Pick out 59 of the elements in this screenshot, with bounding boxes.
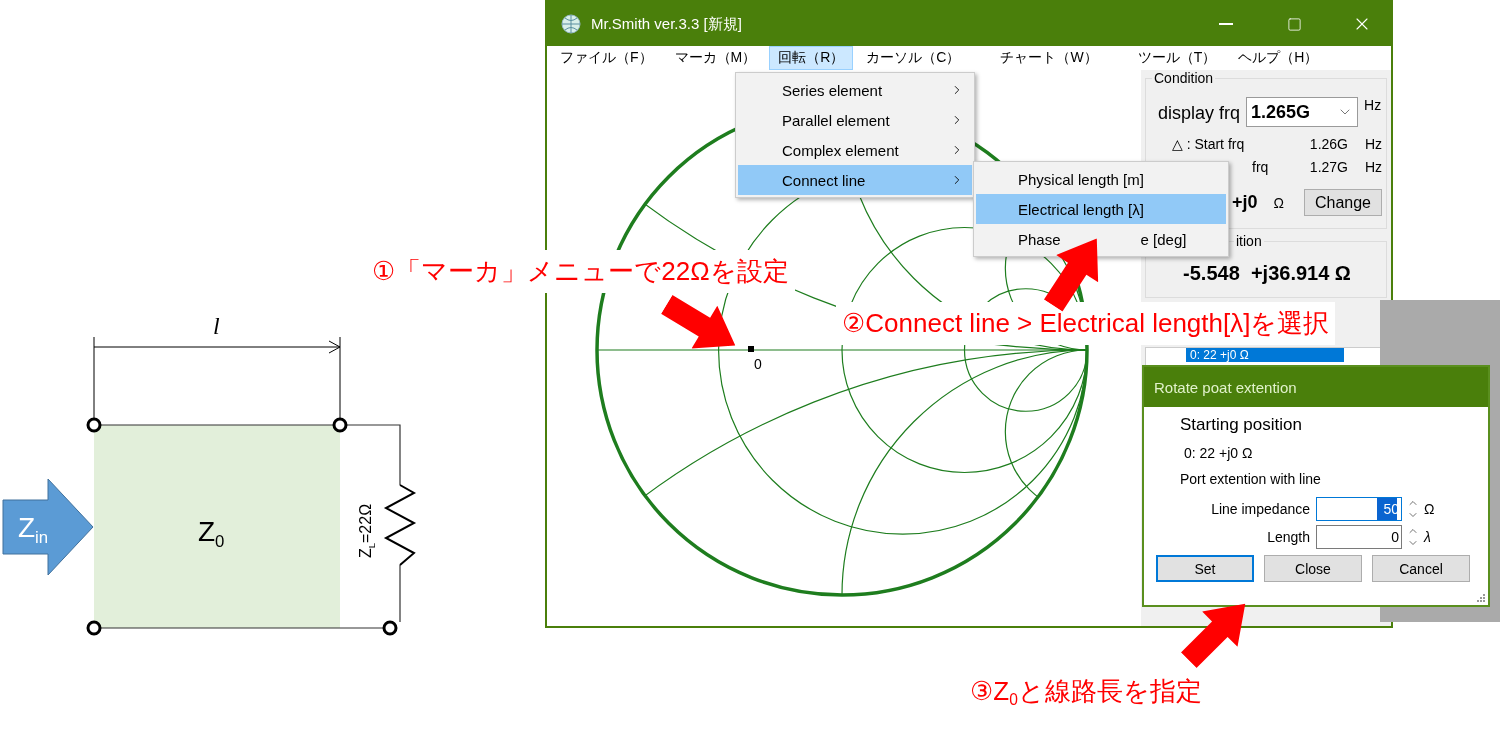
frequency-dropdown[interactable]: 1.265G: [1246, 97, 1359, 127]
unit-label: Ω: [1424, 501, 1436, 517]
terminal-icon: [382, 620, 398, 636]
terminal-icon: [86, 417, 102, 433]
change-button[interactable]: Change: [1304, 189, 1382, 216]
length-label: l: [213, 314, 220, 338]
resize-grip-icon[interactable]: [1476, 593, 1486, 603]
section-heading: Starting position: [1179, 415, 1303, 435]
line-impedance-label: Z$_{0}$: [198, 518, 225, 551]
window-title: Mr.Smith ver.3.3 [新規]: [591, 14, 743, 34]
field-value: 1.27G: [1309, 158, 1348, 175]
unit-label: Ω: [1273, 194, 1284, 211]
list-item[interactable]: 0: 22 +j0 Ω: [1186, 348, 1344, 362]
dialog-button[interactable]: Close: [1264, 555, 1362, 582]
annotation-text: ③Z$_{0}$と線路長を指定: [970, 675, 1202, 710]
terminal-icon: [86, 620, 102, 636]
menu-bar-item[interactable]: ツール（T）: [1128, 46, 1226, 70]
unit-label: Hz: [1363, 135, 1382, 152]
number-input[interactable]: 0: [1316, 525, 1402, 549]
menu-bar-item[interactable]: ヘルプ（H）: [1229, 46, 1328, 70]
field-label: Length: [1266, 529, 1311, 545]
menu-item[interactable]: Complex element: [738, 135, 972, 165]
field-label: Line impedance: [1210, 501, 1311, 517]
menu-bar-item[interactable]: ファイル（F）: [551, 46, 662, 70]
menu-item[interactable]: Phase e [deg]: [976, 224, 1226, 254]
menu-bar-item[interactable]: チャート（W）: [991, 46, 1107, 70]
minimize-icon: [1219, 23, 1233, 25]
menu-item[interactable]: Electrical length [λ]: [976, 194, 1226, 224]
resistor-icon: [383, 484, 417, 566]
group-title: ition: [1234, 233, 1264, 249]
unit-label: Hz: [1364, 97, 1382, 113]
menu-item[interactable]: Physical length [m]: [976, 164, 1226, 194]
menu-item[interactable]: Connect line: [738, 165, 972, 195]
field-label: △ : Start frq: [1171, 135, 1246, 152]
menu-item[interactable]: Series element: [738, 75, 972, 105]
unit-label: Hz: [1363, 158, 1382, 175]
field-label: frq: [1251, 158, 1270, 175]
load-value: +j0: [1232, 192, 1258, 213]
unit-label: λ: [1424, 529, 1432, 545]
section-label: Port extention with line: [1179, 470, 1322, 487]
field-label: display frq: [1158, 102, 1241, 124]
menu-item[interactable]: Parallel element: [738, 105, 972, 135]
input-impedance-label: Z$_{in}$: [18, 514, 49, 547]
terminal-icon: [332, 417, 348, 433]
menu-bar-item[interactable]: マーカ（M）: [665, 46, 766, 70]
start-position-value: 0: 22 +j0 Ω: [1183, 444, 1254, 461]
marker-icon: [748, 346, 754, 352]
dialog-title: Rotate poat extention: [1144, 367, 1488, 407]
menu-bar-item[interactable]: カーソル（C）: [857, 46, 970, 70]
group-title: Condition: [1152, 70, 1216, 86]
marker-label: 0: [754, 356, 762, 372]
impedance-value: -5.548 +j36.914 Ω: [1182, 261, 1352, 286]
maximize-icon: [1286, 16, 1302, 32]
annotation-text: ②Connect line > Electrical length[λ]を選択: [836, 302, 1336, 345]
dialog-button[interactable]: Cancel: [1372, 555, 1470, 582]
field-value: 1.26G: [1309, 135, 1348, 152]
globe-icon: [561, 14, 581, 34]
dialog-button[interactable]: Set: [1156, 555, 1254, 582]
menu-bar-item[interactable]: 回転（R）: [769, 46, 854, 70]
